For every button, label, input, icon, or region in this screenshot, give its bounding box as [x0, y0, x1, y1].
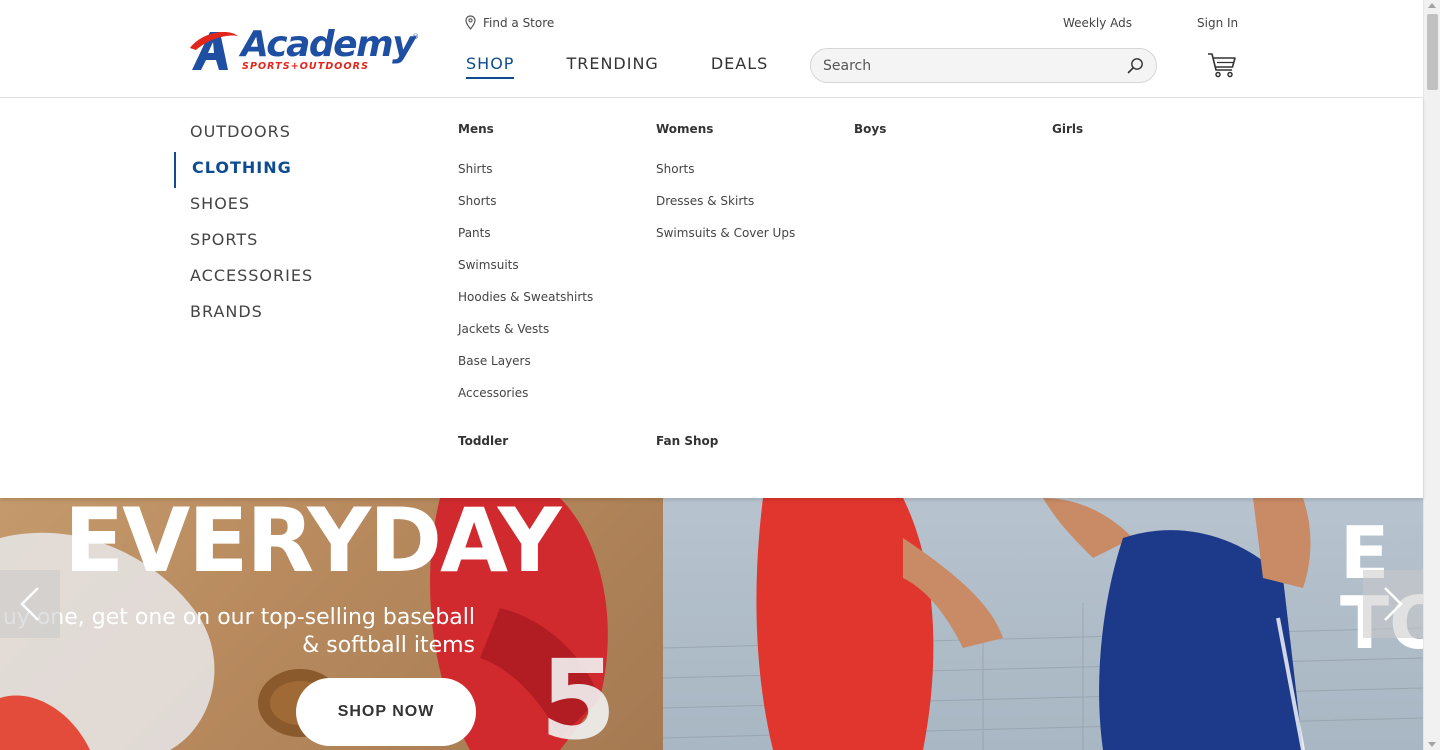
cart-button[interactable]: [1207, 52, 1237, 82]
basketball-players-image: [663, 498, 1423, 750]
hero-headline: EVERYDAY: [64, 498, 561, 592]
chevron-right-icon: [1384, 587, 1403, 621]
category-sports[interactable]: SPORTS: [190, 228, 313, 264]
hero-subtext: uy one, get one on our top-selling baseb…: [0, 604, 475, 660]
womens-link[interactable]: Dresses & Skirts: [656, 194, 795, 226]
category-accessories[interactable]: ACCESSORIES: [190, 264, 313, 300]
column-heading-girls[interactable]: Girls: [1052, 122, 1083, 138]
find-a-store-link[interactable]: Find a Store: [465, 15, 554, 30]
mens-link[interactable]: Base Layers: [458, 354, 593, 386]
nav-trending[interactable]: TRENDING: [566, 54, 658, 79]
map-pin-icon: [465, 15, 476, 30]
logo-mark-icon: [190, 32, 238, 70]
hero-subtext-line2: & softball items: [302, 633, 475, 658]
column-mens: Mens Shirts Shorts Pants Swimsuits Hoodi…: [458, 122, 593, 418]
mens-link[interactable]: Swimsuits: [458, 258, 593, 290]
main-nav: SHOP TRENDING DEALS: [466, 54, 820, 79]
shop-mega-menu: OUTDOORS CLOTHING SHOES SPORTS ACCESSORI…: [0, 98, 1423, 498]
cart-icon: [1208, 53, 1236, 78]
search-icon[interactable]: [1127, 57, 1144, 74]
logo-wordmark: Academy: [241, 24, 416, 65]
nav-deals[interactable]: DEALS: [711, 54, 768, 79]
chevron-left-icon: [20, 587, 39, 621]
mens-link[interactable]: Jackets & Vests: [458, 322, 593, 354]
carousel-prev-button[interactable]: [0, 570, 60, 638]
column-boys: Boys: [854, 122, 886, 138]
search-bar: [810, 48, 1157, 83]
category-clothing[interactable]: CLOTHING: [173, 152, 315, 192]
category-list: OUTDOORS CLOTHING SHOES SPORTS ACCESSORI…: [173, 120, 315, 336]
column-womens: Womens Shorts Dresses & Skirts Swimsuits…: [656, 122, 795, 258]
womens-link[interactable]: Shorts: [656, 162, 795, 194]
category-shoes[interactable]: SHOES: [190, 192, 313, 228]
mens-link[interactable]: Hoodies & Sweatshirts: [458, 290, 593, 322]
search-input[interactable]: [823, 57, 1127, 74]
mens-link[interactable]: Accessories: [458, 386, 593, 418]
sign-in-link[interactable]: Sign In: [1197, 16, 1238, 30]
academy-logo[interactable]: Academy SPORTS+OUTDOORS ®: [188, 24, 420, 74]
column-girls: Girls: [1052, 122, 1083, 138]
womens-link[interactable]: Swimsuits & Cover Ups: [656, 226, 795, 258]
scroll-down-arrow-icon[interactable]: [1428, 742, 1436, 747]
womens-link-list: Shorts Dresses & Skirts Swimsuits & Cove…: [656, 162, 795, 258]
nav-shop[interactable]: SHOP: [466, 54, 515, 79]
page-scrollbar[interactable]: [1423, 0, 1440, 750]
column-fan-shop: Fan Shop: [656, 434, 718, 450]
scrollbar-thumb[interactable]: [1427, 14, 1438, 90]
category-brands[interactable]: BRANDS: [190, 300, 313, 336]
column-heading-womens[interactable]: Womens: [656, 122, 795, 138]
find-a-store-label: Find a Store: [483, 15, 555, 30]
mens-link-list: Shirts Shorts Pants Swimsuits Hoodies & …: [458, 162, 593, 418]
column-heading-mens[interactable]: Mens: [458, 122, 593, 138]
mens-link[interactable]: Shirts: [458, 162, 593, 194]
column-heading-boys[interactable]: Boys: [854, 122, 886, 138]
mens-link[interactable]: Shorts: [458, 194, 593, 226]
hero-subtext-line1: uy one, get one on our top-selling baseb…: [2, 605, 475, 630]
weekly-ads-link[interactable]: Weekly Ads: [1063, 16, 1132, 30]
logo-tagline: SPORTS+OUTDOORS: [242, 61, 370, 72]
hero-slide-baseball[interactable]: 5 EVERYDAY uy one, get one on our top-se…: [0, 498, 663, 750]
hero-carousel: 5 EVERYDAY uy one, get one on our top-se…: [0, 498, 1423, 750]
registered-mark: ®: [412, 33, 419, 41]
column-heading-fan-shop[interactable]: Fan Shop: [656, 434, 718, 450]
site-header: Academy SPORTS+OUTDOORS ® Find a Store W…: [0, 0, 1423, 98]
column-heading-toddler[interactable]: Toddler: [458, 434, 508, 450]
carousel-next-button[interactable]: [1363, 570, 1423, 638]
column-toddler: Toddler: [458, 434, 508, 450]
mens-link[interactable]: Pants: [458, 226, 593, 258]
svg-text:5: 5: [540, 636, 617, 750]
category-outdoors[interactable]: OUTDOORS: [190, 120, 313, 156]
hero-slide-basketball[interactable]: [663, 498, 1423, 750]
shop-now-button[interactable]: SHOP NOW: [296, 678, 476, 746]
scroll-up-arrow-icon[interactable]: [1428, 3, 1436, 8]
